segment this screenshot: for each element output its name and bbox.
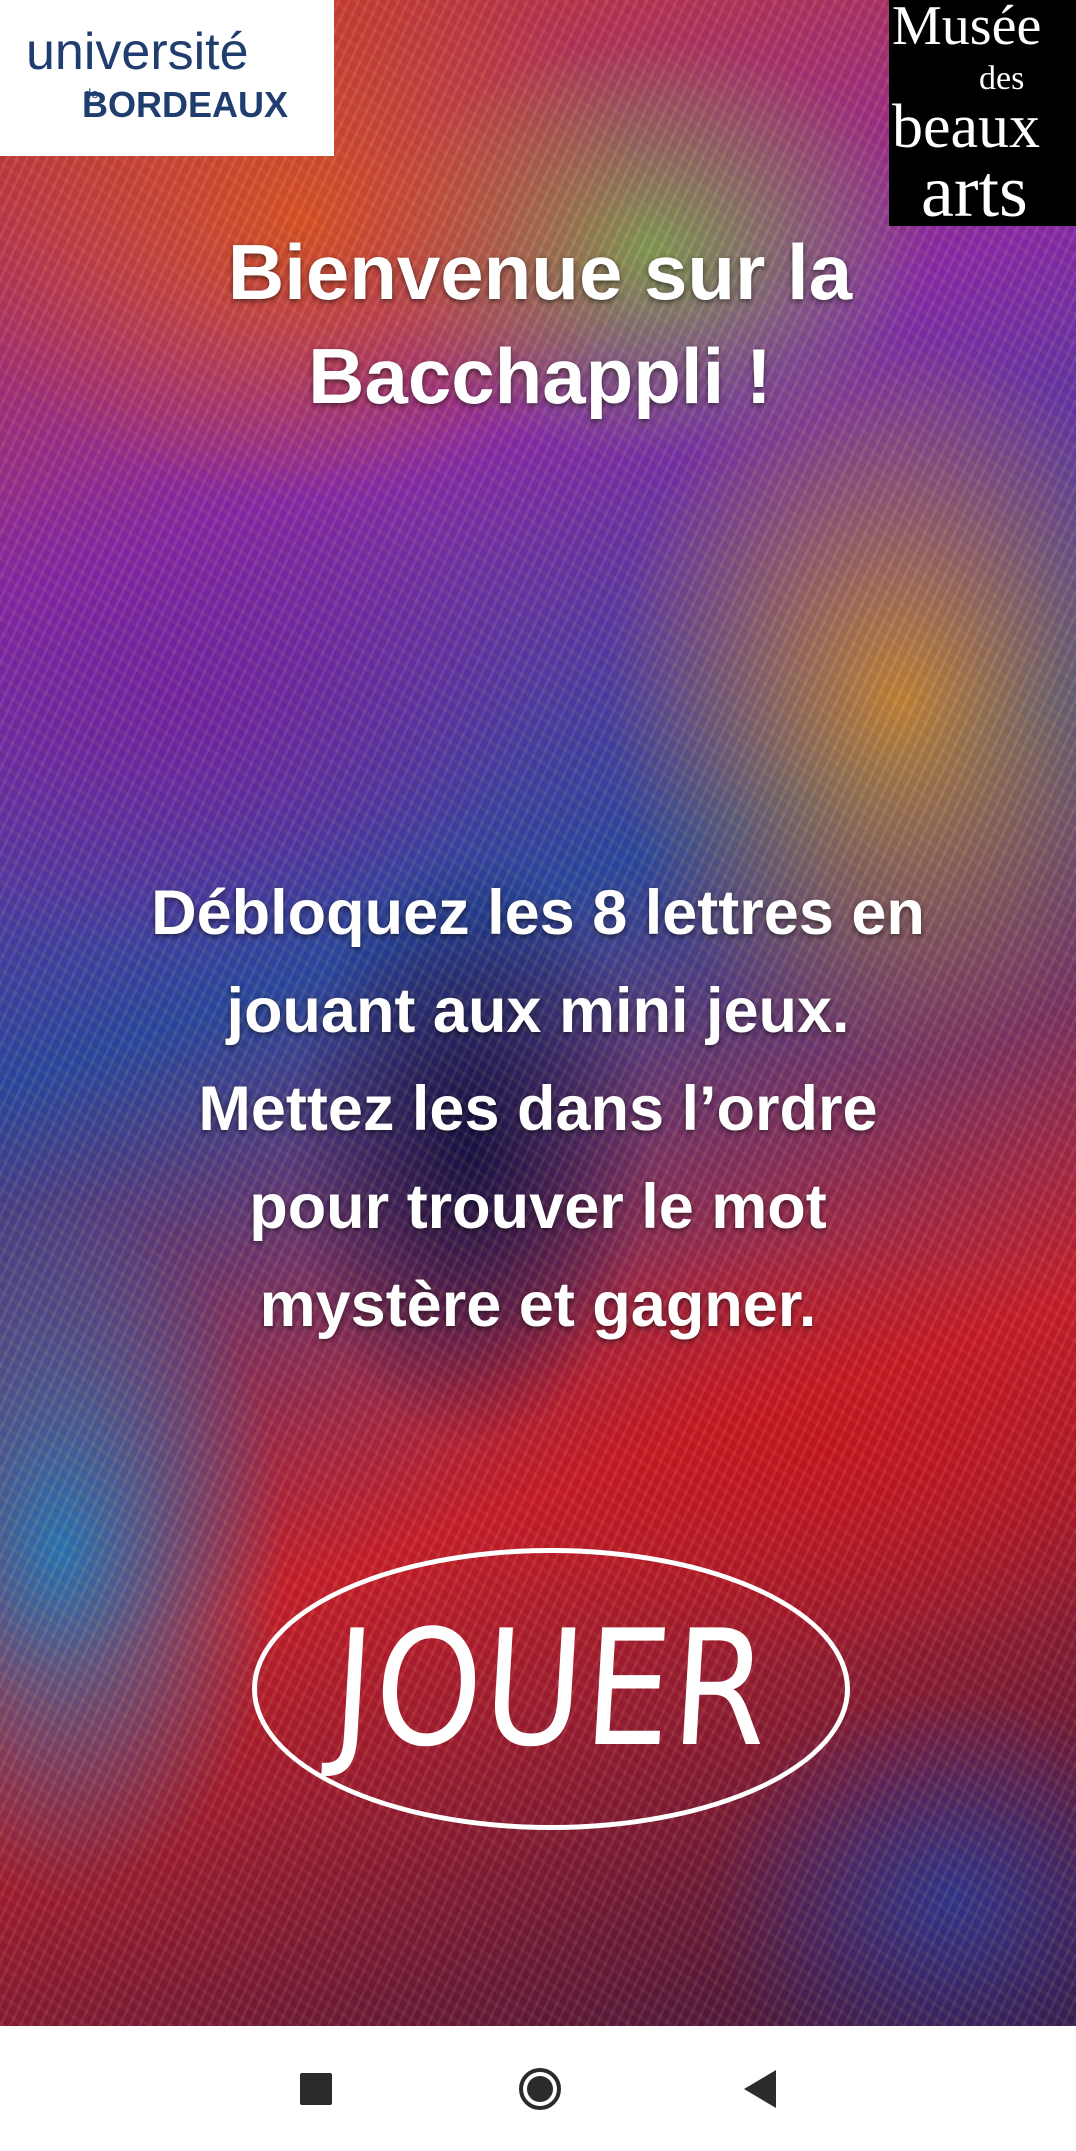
home-button[interactable] [480,2026,600,2151]
game-instructions: Débloquez les 8 lettres en jouant aux mi… [50,864,1026,1354]
welcome-title-line-2: Bacchappli ! [308,332,772,420]
instructions-line-1: Débloquez les 8 lettres en [151,878,925,948]
recents-button[interactable] [256,2026,376,2151]
welcome-title: Bienvenue sur la Bacchappli ! [100,220,980,428]
musee-beaux-arts-logo: Musée des beaux arts [889,0,1076,233]
instructions-line-5: mystère et gagner. [259,1270,817,1340]
universite-bordeaux-logo: université de BORDEAUX [0,0,334,156]
square-icon [300,2072,332,2105]
app-screen: université de BORDEAUX Musée des beaux a… [0,0,1076,2026]
circle-icon [519,2067,561,2110]
triangle-back-icon [744,2069,776,2108]
welcome-title-line-1: Bienvenue sur la [227,228,853,316]
circle-dot [527,2075,553,2102]
play-button[interactable]: JOUER [252,1548,850,1830]
logo-text-musee: Musée [892,0,1042,57]
instructions-line-2: jouant aux mini jeux. [226,976,850,1046]
logo-text-universite: université [26,23,249,81]
instructions-line-4: pour trouver le mot [249,1172,827,1242]
play-button-label: JOUER [327,1595,775,1782]
back-button[interactable] [700,2026,820,2151]
logo-text-bordeaux: BORDEAUX [82,84,289,125]
instructions-line-3: Mettez les dans l’ordre [198,1074,878,1144]
system-navigation-bar [0,2026,1076,2151]
